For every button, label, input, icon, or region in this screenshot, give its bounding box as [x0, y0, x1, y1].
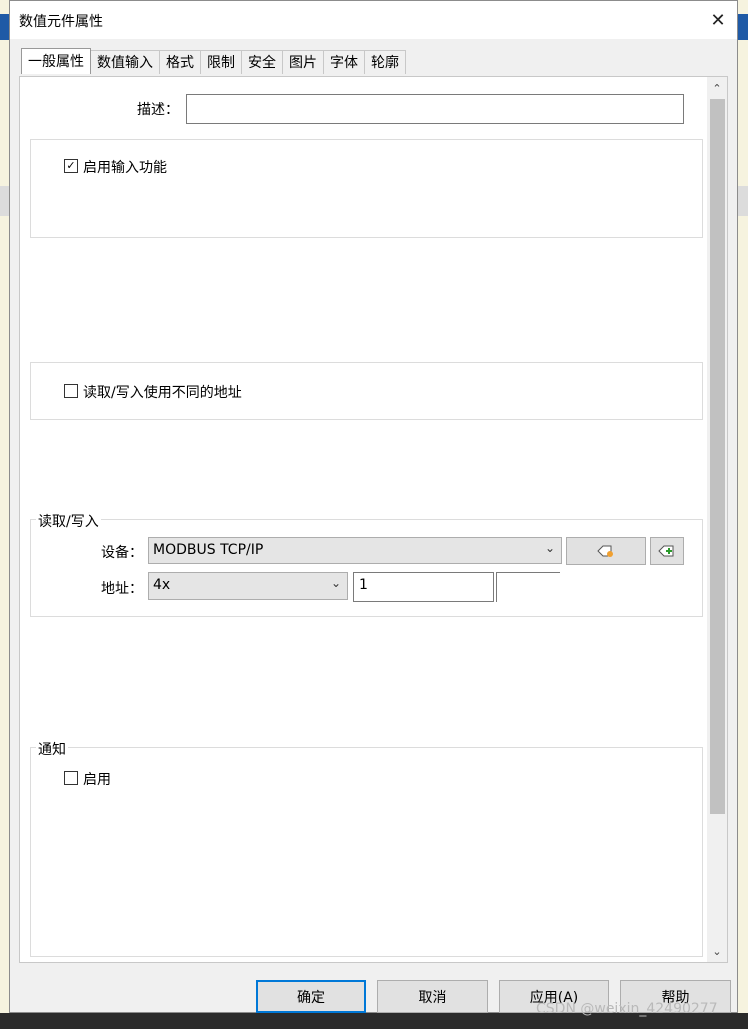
- address-input[interactable]: 1: [353, 572, 494, 602]
- title-bar: 数值元件属性 ✕: [10, 1, 737, 39]
- tab-strip: 一般属性 数值输入 格式 限制 安全 图片 字体 轮廓: [21, 48, 406, 76]
- enable-input-label: 启用输入功能: [83, 160, 167, 176]
- vertical-scrollbar[interactable]: ⌃ ⌄: [707, 77, 727, 962]
- tab-content-panel: 描述： ✓ 启用输入功能 读取/写入使用不同的地址 读取/写入 设备： MODB…: [19, 76, 728, 963]
- diff-address-checkbox[interactable]: [64, 384, 78, 398]
- device-label: 设备：: [101, 545, 143, 561]
- add-device-button[interactable]: [650, 537, 684, 565]
- background-app-left-toolbar: [0, 186, 9, 216]
- tab-font[interactable]: 字体: [323, 50, 365, 74]
- tab-picture[interactable]: 图片: [282, 50, 324, 74]
- cancel-button[interactable]: 取消: [377, 980, 488, 1013]
- device-settings-button[interactable]: [566, 537, 646, 565]
- scrollbar-thumb[interactable]: [710, 99, 725, 814]
- watermark-text: CSDN @weixin_42490277: [536, 1001, 718, 1017]
- device-tag-icon: [597, 545, 613, 557]
- tab-security[interactable]: 安全: [241, 50, 283, 74]
- address-label: 地址：: [101, 581, 143, 597]
- notify-enable-checkbox[interactable]: [64, 771, 78, 785]
- tab-numeric-input[interactable]: 数值输入: [90, 50, 160, 74]
- tab-general[interactable]: 一般属性: [21, 48, 91, 74]
- notify-enable-label: 启用: [83, 772, 111, 788]
- address-type-select[interactable]: 4x ⌄: [148, 572, 348, 600]
- background-app-right-toolbar: [738, 186, 748, 216]
- dialog-title: 数值元件属性: [19, 14, 103, 30]
- notify-group: [30, 747, 703, 957]
- scroll-down-icon[interactable]: ⌄: [707, 942, 727, 960]
- background-app-right-titlebar: [738, 14, 748, 40]
- description-input[interactable]: [186, 94, 684, 124]
- scroll-up-icon[interactable]: ⌃: [707, 79, 727, 97]
- add-tag-icon: [658, 545, 674, 557]
- background-app-right: [738, 0, 748, 1029]
- close-icon[interactable]: ✕: [705, 7, 731, 33]
- readwrite-group: [30, 519, 703, 617]
- description-label: 描述：: [137, 102, 179, 118]
- address-extra-field[interactable]: [496, 572, 560, 602]
- address-input-value: 1: [359, 577, 368, 593]
- notify-group-title: 通知: [36, 739, 68, 759]
- tab-limit[interactable]: 限制: [200, 50, 242, 74]
- tab-format[interactable]: 格式: [159, 50, 201, 74]
- tab-outline[interactable]: 轮廓: [364, 50, 406, 74]
- ok-button[interactable]: 确定: [256, 980, 366, 1013]
- chevron-down-icon: ⌄: [544, 541, 555, 555]
- diff-address-label: 读取/写入使用不同的地址: [83, 385, 242, 401]
- numeric-element-properties-dialog: 数值元件属性 ✕ 一般属性 数值输入 格式 限制 安全 图片 字体 轮廓 描述：…: [9, 0, 738, 1013]
- enable-input-checkbox[interactable]: ✓: [64, 159, 78, 173]
- enable-input-group: [30, 139, 703, 238]
- address-type-value: 4x: [153, 577, 171, 593]
- background-app-left: [0, 0, 9, 1029]
- device-select-value: MODBUS TCP/IP: [153, 542, 264, 558]
- background-app-left-titlebar: [0, 14, 9, 40]
- readwrite-group-title: 读取/写入: [36, 511, 101, 531]
- chevron-down-icon: ⌄: [330, 576, 341, 590]
- device-select[interactable]: MODBUS TCP/IP ⌄: [148, 537, 562, 564]
